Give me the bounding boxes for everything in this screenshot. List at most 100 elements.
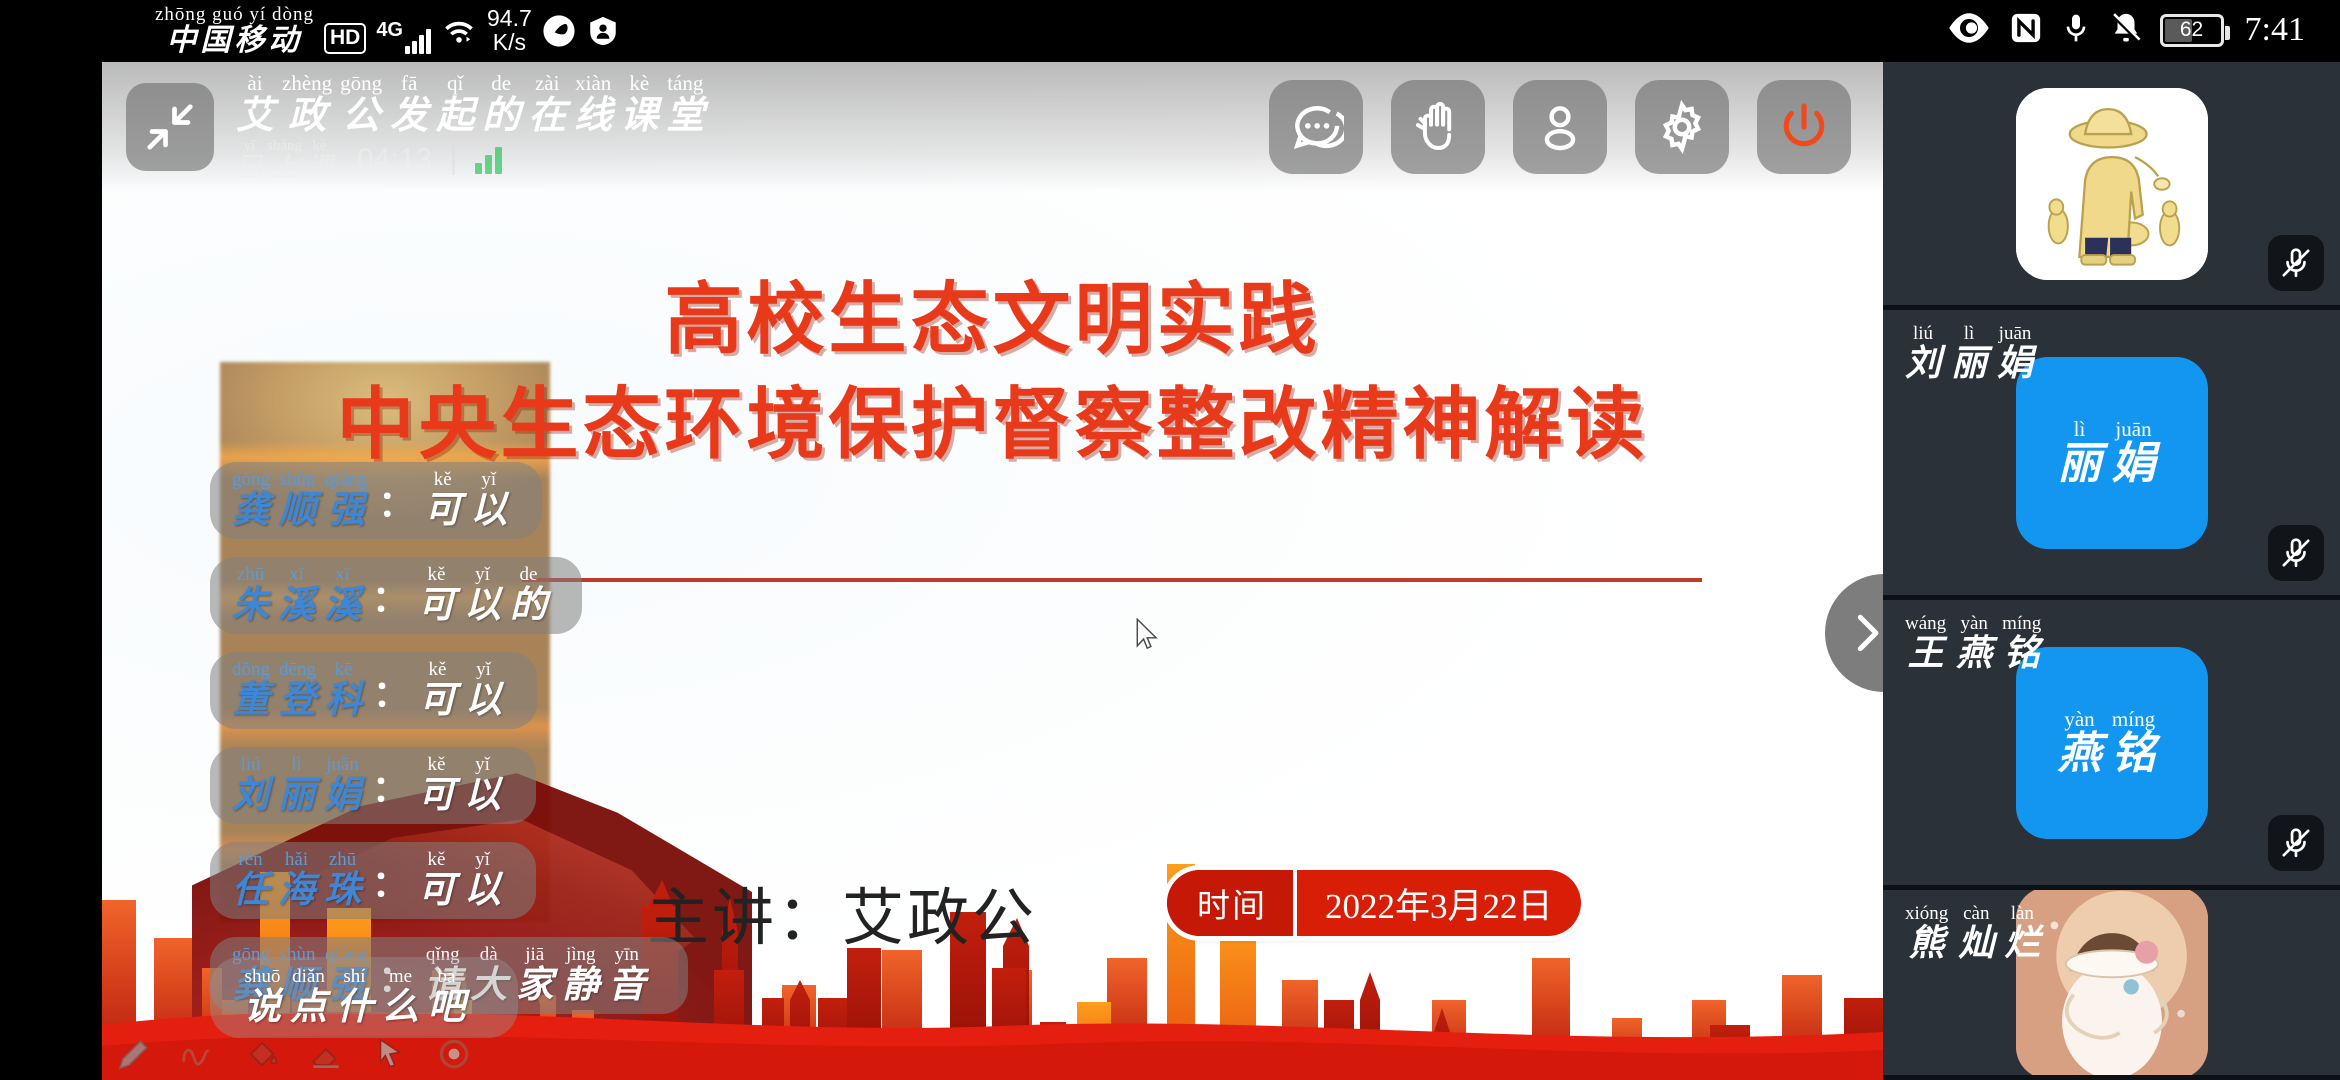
hanzi: 燕: [2057, 729, 2102, 778]
participant-name-char: xióng 熊: [1905, 904, 1948, 961]
pinyin: hǎi: [284, 849, 309, 870]
hanzi: 娟: [1997, 343, 2034, 383]
pinyin: yàn: [2064, 707, 2095, 731]
pinyin: dēng: [279, 659, 316, 680]
chat-sender-char: dǒng 董: [232, 660, 270, 719]
signal-bars-icon: [475, 146, 503, 174]
class-title-char: kè 课: [620, 71, 658, 136]
minimize-button[interactable]: [126, 83, 214, 171]
mic-muted-badge[interactable]: [2268, 235, 2324, 291]
hanzi: 起: [436, 95, 475, 137]
participant-tile[interactable]: wáng 王 yàn 燕 míng 铭 yàn 燕 míng 铭: [1883, 600, 2340, 890]
avatar-initials: lì 丽 juān 娟: [2058, 419, 2166, 486]
class-status-char: kè 课: [306, 139, 333, 181]
chat-message: gōng 龚 shùn 顺 qiáng 强： kě 可 yǐ 以: [210, 462, 543, 539]
chat-sender-char: hǎi 海: [278, 850, 315, 909]
network-speed-unit: K/s: [492, 29, 526, 56]
chat-colon: ：: [378, 484, 415, 524]
class-title-char: de 的: [482, 73, 520, 136]
pinyin: de: [519, 564, 538, 585]
hanzi: 什: [336, 987, 373, 1028]
hanzi: 娟: [2111, 439, 2156, 488]
carrier-label: zhōng guó yí dòng 中国移动: [155, 5, 314, 56]
hanzi: 可: [418, 585, 456, 626]
leave-class-button[interactable]: [1757, 80, 1851, 174]
pinyin: kě: [427, 754, 446, 775]
hanzi: 溪: [278, 585, 315, 626]
mic-muted-badge[interactable]: [2268, 525, 2324, 581]
pinyin: wáng: [1905, 613, 1947, 634]
chat-sender-char: qiáng 强: [325, 470, 367, 529]
pinyin: xiàn: [575, 71, 612, 95]
hanzi: 以: [470, 490, 508, 531]
class-title-char: zài 在: [528, 73, 566, 136]
pinyin: xióng: [1905, 903, 1949, 924]
participant-tile[interactable]: liú 刘 lì 丽 juān 娟 lì 丽 juān 娟: [1883, 310, 2340, 600]
class-title-char: gōng 公: [340, 73, 382, 136]
pointer-tool[interactable]: [370, 1034, 410, 1074]
chat-sender-char: rèn 任: [232, 850, 269, 909]
hanzi: 发: [390, 95, 429, 137]
curve-tool[interactable]: [178, 1034, 218, 1074]
network-indicator: 4G: [376, 19, 431, 54]
pinyin: juān: [326, 754, 359, 775]
date-badge-label: 时间: [1167, 870, 1297, 936]
participant-name-char: lì 丽: [1951, 324, 1987, 381]
chat-button[interactable]: [1269, 80, 1363, 174]
pinyin: qiáng: [325, 469, 368, 490]
wifi-icon: [441, 18, 477, 53]
hanzi: 朱: [232, 585, 269, 626]
pen-tool[interactable]: [114, 1034, 154, 1074]
pinyin: kě: [428, 659, 447, 680]
pinyin: lì: [2073, 417, 2086, 441]
raise-hand-button[interactable]: [1391, 80, 1485, 174]
hanzi: 铭: [2111, 729, 2156, 778]
hanzi: 王: [1907, 633, 1944, 673]
eraser-tool[interactable]: [306, 1034, 346, 1074]
pinyin: kè: [629, 71, 650, 95]
pinyin: liú: [240, 754, 261, 775]
hanzi: 以: [464, 775, 502, 816]
participant-name-char: wáng 王: [1905, 614, 1946, 671]
chat-composer[interactable]: shuō 说 diǎn 点 shí 什 me 么 ba 吧: [210, 957, 518, 1038]
pinyin: zhèng: [282, 71, 333, 95]
date-badge-value: 2022年3月22日: [1325, 886, 1553, 926]
mouse-cursor: [1136, 618, 1158, 650]
hanzi: 珠: [324, 870, 361, 911]
pinyin: juān: [1998, 323, 2032, 344]
participant-rail[interactable]: liú 刘 lì 丽 juān 娟 lì 丽 juān 娟 wáng 王 yàn 燕 míng 铭 yàn 燕 mí…: [1883, 62, 2340, 1080]
class-status-row: yǐ 已 shàng 上 kè 课 04:13: [236, 139, 712, 181]
hanzi: 静: [562, 965, 600, 1006]
slide-title-line-1: 高校生态文明实践: [664, 276, 1321, 363]
chat-message: dǒng 董 dēng 登 kē 科： kě 可 yǐ 以: [210, 652, 538, 729]
participants-button[interactable]: [1513, 80, 1607, 174]
status-bar-left: zhōng guó yí dòng 中国移动 HD 4G 94.7 K/s: [155, 5, 620, 56]
chat-bubble-icon: [1293, 106, 1344, 150]
pinyin: kē: [334, 659, 353, 680]
participant-tile[interactable]: [1883, 62, 2340, 310]
fill-tool[interactable]: [242, 1034, 282, 1074]
avatar-photo-duck: [2015, 87, 2208, 280]
pinyin: rèn: [238, 849, 263, 870]
chat-text-char: kě 可: [418, 565, 455, 624]
chat-text: kě 可 yǐ 以: [418, 755, 510, 814]
chat-text: kě 可 yǐ 以: [418, 850, 510, 909]
chat-text-char: kě 可: [418, 850, 455, 909]
mic-muted-badge[interactable]: [2268, 815, 2324, 871]
settings-button[interactable]: [1635, 80, 1729, 174]
pinyin: yǐ: [475, 754, 490, 775]
pinyin: gōng: [232, 469, 270, 490]
chat-text-char: jiā 家: [516, 945, 553, 1004]
chat-text-char: kě 可: [418, 755, 455, 814]
chat-colon: ：: [372, 864, 409, 904]
participant-name: wáng 王 yàn 燕 míng 铭: [1905, 614, 2051, 671]
network-speed-value: 94.7: [487, 5, 532, 32]
pinyin: lì: [291, 754, 302, 775]
shape-tool[interactable]: [434, 1034, 474, 1074]
pinyin: shuō: [244, 966, 281, 987]
hanzi: 丽: [278, 775, 315, 816]
avatar-initial-char: juān 娟: [2112, 419, 2156, 486]
hanzi: 娟: [324, 775, 361, 816]
participant-tile[interactable]: xióng 熊 càn 灿 làn 烂: [1883, 890, 2340, 1080]
pinyin: xī: [289, 564, 304, 585]
